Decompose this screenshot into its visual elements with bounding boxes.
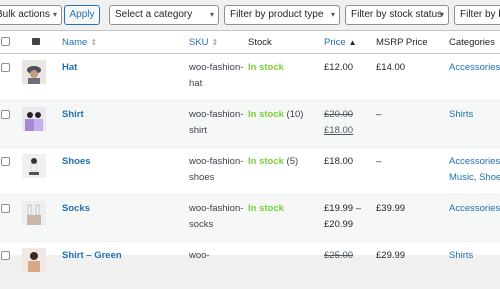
product-sku: woo-fashion-socks [189, 203, 244, 230]
apply-button[interactable]: Apply [64, 5, 100, 25]
row-checkbox[interactable] [1, 204, 10, 213]
category-links[interactable]: Shirts [449, 107, 500, 123]
column-categories: Categories [449, 37, 495, 48]
stock-status: In stock (10) [248, 107, 303, 123]
chevron-down-icon: ▾ [330, 10, 335, 19]
stock-status-select[interactable]: Filter by stock status ▾ [345, 5, 449, 25]
chevron-down-icon: ▾ [439, 10, 444, 19]
chevron-down-icon: ▾ [52, 10, 57, 19]
msrp-price: £39.99 [376, 203, 406, 214]
regular-price: £25.00 [324, 250, 354, 261]
category-label: Select a category [115, 9, 193, 20]
bulk-actions-select[interactable]: Bulk actions ▾ [0, 5, 62, 25]
column-name-label: Name [62, 37, 88, 48]
row-checkbox[interactable] [1, 157, 10, 166]
stock-count: (5) [286, 156, 299, 167]
product-price: £12.00 [324, 62, 354, 73]
table-row: Socks woo-fashion-socks In stock £19.99 … [0, 195, 500, 242]
msrp-price: – [376, 109, 382, 120]
in-stock-label: In stock [248, 156, 284, 167]
product-sku: woo- [189, 250, 210, 261]
product-type-select[interactable]: Filter by product type ▾ [224, 5, 340, 25]
column-price[interactable]: Price ▲ [324, 37, 357, 48]
regular-price: £20.00 [324, 109, 354, 120]
table-row: Shirt – Green woo- £25.00 £29.99 Shirts [0, 242, 500, 289]
msrp-price: – [376, 156, 382, 167]
product-name-link[interactable]: Hat [62, 60, 77, 76]
chevron-down-icon: ▾ [209, 10, 214, 19]
product-thumbnail[interactable] [22, 154, 46, 178]
product-sku: woo-fashion-shirt [189, 109, 244, 136]
sale-price: £18.00 [324, 125, 354, 136]
select-all-checkbox[interactable] [1, 37, 10, 46]
table-row: Hat woo-fashion-hat In stock £12.00 £14.… [0, 54, 500, 101]
stock-status: In stock (5) [248, 154, 298, 170]
column-sku-label: SKU [189, 37, 209, 48]
products-table: Name ⇕ SKU ⇕ Stock Price ▲ MSRP Price Categ… [0, 30, 500, 289]
row-checkbox[interactable] [1, 251, 10, 260]
table-row: Shoes woo-fashion-shoes In stock (5) £18… [0, 148, 500, 195]
product-thumbnail[interactable] [22, 201, 46, 225]
product-thumbnail[interactable] [22, 107, 46, 131]
product-name-link[interactable]: Shirt – Green [62, 248, 122, 264]
product-sku: woo-fashion-shoes [189, 156, 244, 183]
product-thumbnail[interactable] [22, 60, 46, 84]
bulk-actions-label: Bulk actions [0, 9, 50, 20]
product-price: £25.00 [324, 248, 353, 264]
product-price: £19.99 – £20.99 [324, 203, 361, 230]
sort-ascending-icon: ▲ [348, 38, 357, 47]
brand-select[interactable]: Filter by brand [454, 5, 500, 25]
column-stock: Stock [248, 37, 272, 48]
product-name-link[interactable]: Shirt [62, 107, 84, 123]
product-name-link[interactable]: Shoes [62, 154, 91, 170]
table-toolbar: Bulk actions ▾ Apply Select a category ▾… [0, 0, 500, 30]
sort-icon: ⇕ [90, 38, 98, 47]
category-links[interactable]: Accessories [449, 60, 500, 76]
msrp-price: £29.99 [376, 250, 406, 261]
column-msrp: MSRP Price [376, 37, 428, 48]
table-header: Name ⇕ SKU ⇕ Stock Price ▲ MSRP Price Categ… [0, 31, 500, 54]
stock-status: In stock [248, 60, 284, 76]
brand-label: Filter by brand [460, 9, 500, 20]
row-checkbox[interactable] [1, 63, 10, 72]
sort-icon: ⇕ [211, 38, 219, 47]
in-stock-label: In stock [248, 109, 284, 120]
product-price: £20.00 £18.00 [324, 107, 353, 139]
product-name-link[interactable]: Socks [62, 201, 90, 217]
column-sku[interactable]: SKU ⇕ [189, 37, 218, 48]
product-thumbnail[interactable] [22, 248, 46, 272]
category-links[interactable]: Accessories [449, 201, 500, 217]
category-links[interactable]: Accessories, Music, Shoes [449, 154, 500, 186]
row-checkbox[interactable] [1, 110, 10, 119]
category-links[interactable]: Shirts [449, 248, 500, 264]
column-name[interactable]: Name ⇕ [62, 37, 97, 48]
table-row: Shirt woo-fashion-shirt In stock (10) £2… [0, 101, 500, 148]
stock-status: In stock [248, 201, 284, 217]
stock-status-label: Filter by stock status [351, 9, 443, 20]
column-price-label: Price [324, 37, 346, 48]
product-type-label: Filter by product type [230, 9, 324, 20]
image-icon [32, 38, 40, 45]
stock-count: (10) [286, 109, 304, 120]
in-stock-label: In stock [248, 62, 284, 73]
msrp-price: £14.00 [376, 62, 406, 73]
product-price: £18.00 [324, 156, 354, 167]
category-select[interactable]: Select a category ▾ [109, 5, 219, 25]
in-stock-label: In stock [248, 203, 284, 214]
product-sku: woo-fashion-hat [189, 62, 244, 89]
